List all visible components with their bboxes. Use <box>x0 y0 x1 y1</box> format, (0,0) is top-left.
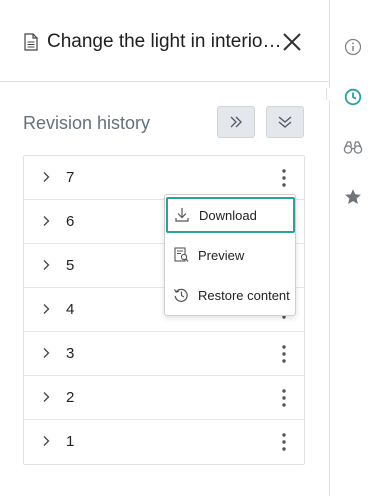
binoculars-icon <box>343 141 363 154</box>
preview-icon <box>174 247 189 262</box>
chevron-right-icon[interactable] <box>40 347 52 359</box>
revision-number: 7 <box>66 169 75 186</box>
chevron-right-icon[interactable] <box>40 435 52 447</box>
clock-icon <box>344 88 362 106</box>
revision-number: 3 <box>66 345 75 362</box>
revision-number: 5 <box>66 257 75 274</box>
revision-panel: Change the light in interior... Revision… <box>0 0 329 496</box>
expand-all-button[interactable] <box>217 106 255 138</box>
info-icon <box>344 38 362 56</box>
collapse-all-button[interactable] <box>266 106 304 138</box>
double-chevron-down-icon <box>278 116 292 128</box>
revision-context-menu: Download Preview Restore content <box>164 194 296 316</box>
menu-item-restore-content[interactable]: Restore content <box>165 276 295 314</box>
chevron-right-icon[interactable] <box>40 259 52 271</box>
sidebar-item-find[interactable] <box>342 136 364 158</box>
revision-row[interactable]: 2 <box>24 376 304 420</box>
revision-row[interactable]: 3 <box>24 332 304 376</box>
menu-item-download[interactable]: Download <box>166 197 295 233</box>
sidebar-item-history[interactable] <box>342 86 364 108</box>
revision-number: 2 <box>66 389 75 406</box>
sidebar-item-info[interactable] <box>342 36 364 58</box>
chevron-right-icon[interactable] <box>40 215 52 227</box>
chevron-right-icon[interactable] <box>40 303 52 315</box>
more-options-icon[interactable] <box>276 430 292 454</box>
panel-header: Change the light in interior... <box>0 0 329 82</box>
right-sidebar <box>326 0 375 496</box>
section-title: Revision history <box>23 113 151 133</box>
menu-item-label: Download <box>199 207 257 223</box>
history-icon <box>173 288 188 302</box>
chevron-right-icon[interactable] <box>40 391 52 403</box>
revision-number: 4 <box>66 301 75 318</box>
double-chevron-right-icon <box>230 116 242 128</box>
sidebar-item-favorite[interactable] <box>342 186 364 208</box>
page-title: Change the light in interior... <box>47 31 283 52</box>
close-button[interactable] <box>281 31 303 53</box>
revision-number: 1 <box>66 433 75 450</box>
menu-item-label: Preview <box>198 247 245 263</box>
more-options-icon[interactable] <box>276 386 292 410</box>
menu-item-preview[interactable]: Preview <box>165 236 295 274</box>
chevron-right-icon[interactable] <box>40 171 52 183</box>
document-icon <box>24 33 38 51</box>
active-tab-notch <box>326 88 332 100</box>
menu-item-label: Restore content <box>198 287 290 303</box>
revision-number: 6 <box>66 213 75 230</box>
revision-row[interactable]: 1 <box>24 420 304 464</box>
more-options-icon[interactable] <box>276 166 292 190</box>
star-icon <box>345 189 361 204</box>
download-icon <box>175 208 189 222</box>
more-options-icon[interactable] <box>276 342 292 366</box>
